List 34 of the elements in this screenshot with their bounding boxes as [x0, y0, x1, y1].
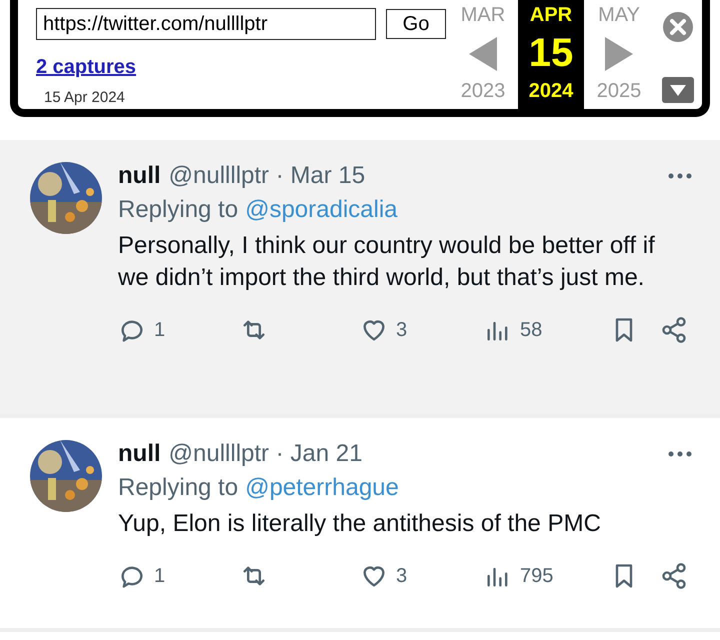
go-button[interactable]: Go [386, 9, 446, 39]
year-label: 2024 [528, 80, 574, 103]
month-label: MAR [460, 4, 506, 27]
capture-date: 15 Apr 2024 [44, 89, 126, 106]
share-icon[interactable] [660, 316, 688, 344]
more-icon[interactable] [668, 173, 692, 179]
more-icon[interactable] [668, 451, 692, 457]
month-label: MAY [598, 4, 640, 27]
tweet-text: Personally, I think our country would be better off if we didn’t import the third world, but that’s just me. [118, 231, 656, 293]
dropdown-icon[interactable] [662, 77, 694, 103]
handle-and-date: @nullllptr · Jan 21 [168, 440, 364, 468]
captures-link[interactable]: 2 captures [36, 56, 136, 79]
author-name: null [118, 440, 161, 468]
year-label: 2025 [596, 80, 642, 103]
close-icon[interactable] [663, 12, 693, 42]
reply-count: 1 [154, 564, 166, 588]
previous-arrow-icon[interactable] [469, 36, 497, 70]
month-label: APR [530, 4, 572, 27]
replying-label: Replying to [118, 474, 238, 502]
view-count: 795 [520, 564, 554, 588]
like-count: 3 [396, 564, 408, 588]
like-count: 3 [396, 318, 408, 342]
author-name: null [118, 162, 161, 190]
day-label: 15 [528, 31, 574, 76]
url-field[interactable]: https://twitter.com/nullllptr [36, 8, 376, 40]
calendar-column[interactable]: APR 15 2024 [518, 0, 584, 109]
share-icon[interactable] [660, 562, 688, 590]
next-arrow-icon[interactable] [605, 36, 633, 70]
view-count: 58 [520, 318, 542, 342]
year-label: 2023 [460, 80, 506, 103]
replying-label: Replying to [118, 196, 238, 224]
handle-and-date: @nullllptr · Mar 15 [168, 162, 366, 190]
tweet-text: Yup, Elon is literally the antithesis of the PMC [118, 509, 602, 539]
reply-count: 1 [154, 318, 166, 342]
